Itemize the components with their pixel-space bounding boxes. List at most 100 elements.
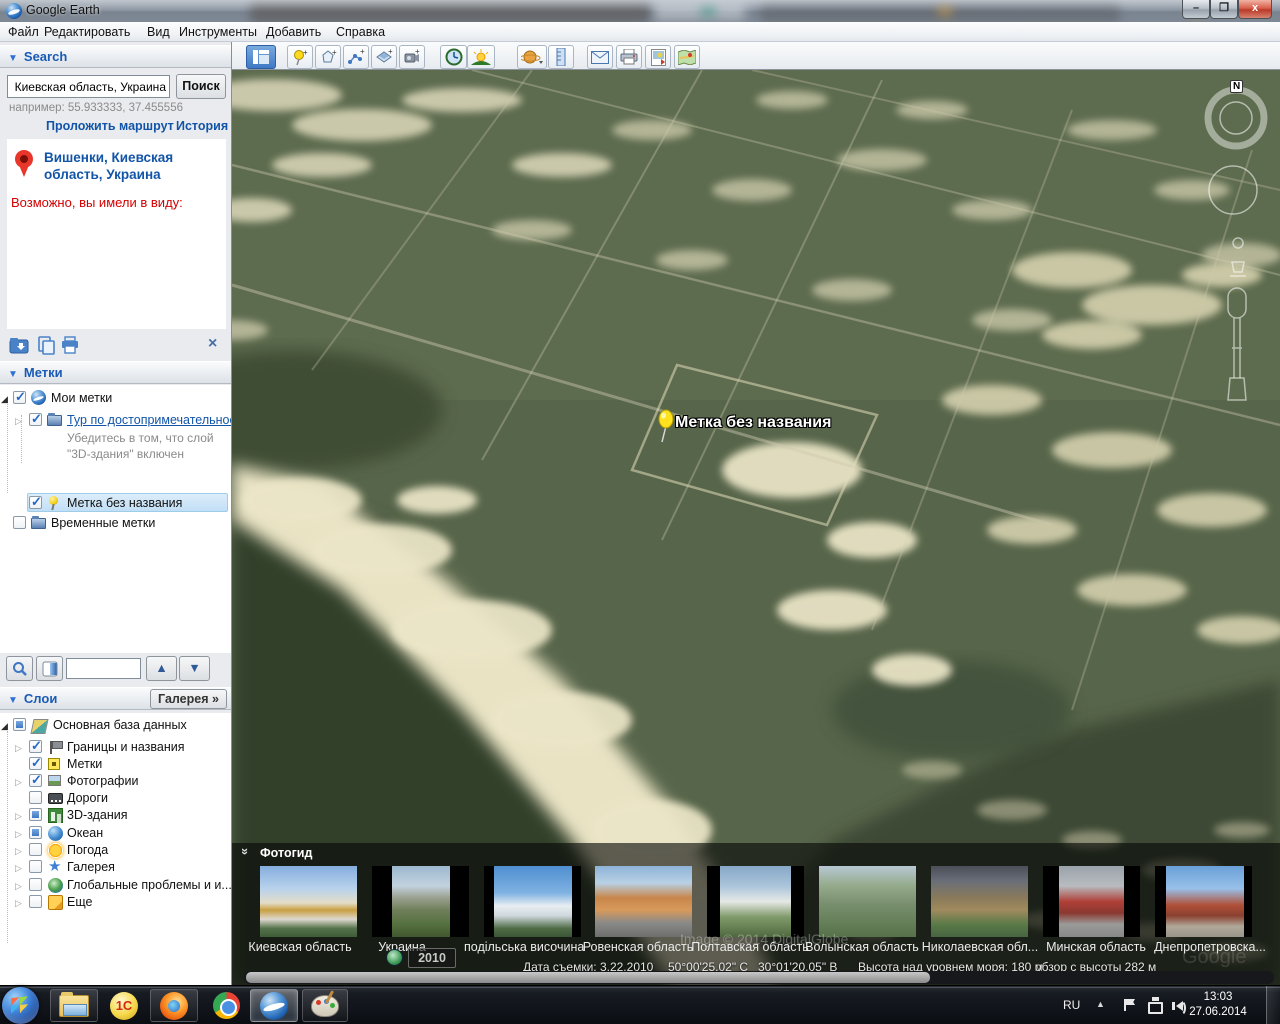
tree-item-tour[interactable]: Тур по достопримечательнос [67, 413, 231, 427]
minimize-button[interactable]: – [1182, 0, 1210, 19]
menu-help[interactable]: Справка [330, 24, 391, 40]
placemark-label[interactable]: Метка без названия [675, 414, 831, 432]
historical-imagery-icon[interactable] [440, 45, 467, 69]
checkbox-roads[interactable] [29, 791, 42, 804]
tray-clock[interactable]: 13:03 27.06.2014 [1178, 990, 1258, 1020]
tree-item-temp-places[interactable]: Временные метки [51, 516, 155, 530]
expander-open-icon[interactable]: ◢ [1, 394, 8, 405]
layer-item-gallery[interactable]: Галерея [67, 860, 115, 874]
layer-item-placemarks[interactable]: Метки [67, 757, 102, 771]
menu-tools[interactable]: Инструменты [173, 24, 263, 40]
tree-item-my-places[interactable]: Мои метки [51, 391, 112, 405]
view-in-maps-icon[interactable] [674, 45, 700, 69]
search-input[interactable] [7, 75, 170, 98]
print-results-icon[interactable] [60, 335, 80, 355]
add-image-overlay-icon[interactable]: + [371, 45, 397, 69]
expander-closed-icon[interactable]: ▷ [15, 881, 22, 892]
taskbar-paint-button[interactable] [302, 989, 348, 1022]
planets-icon[interactable] [517, 45, 547, 69]
collapse-chevron-icon[interactable]: » [238, 848, 253, 855]
checkbox-weather[interactable] [29, 843, 42, 856]
photo-thumbnail[interactable] [707, 866, 804, 937]
record-tour-icon[interactable]: + [399, 45, 425, 69]
expander-closed-icon[interactable]: ▷ [15, 846, 22, 857]
layer-item-database[interactable]: Основная база данных [53, 718, 187, 732]
sunlight-icon[interactable] [467, 45, 495, 69]
layer-item-roads[interactable]: Дороги [67, 791, 108, 805]
add-placemark-icon[interactable]: + [287, 45, 313, 69]
map-pushpin-icon[interactable] [656, 408, 676, 444]
start-button[interactable] [2, 987, 39, 1024]
tree-item-placemark[interactable]: Метка без названия [67, 496, 182, 510]
taskbar-explorer-button[interactable] [50, 989, 98, 1022]
photo-thumbnail[interactable] [372, 866, 469, 937]
save-search-results-icon[interactable] [9, 335, 29, 355]
copy-icon[interactable] [36, 335, 56, 355]
add-polygon-icon[interactable]: + [315, 45, 341, 69]
directions-link[interactable]: Проложить маршрут [46, 119, 174, 133]
checkbox-tour[interactable]: ✓ [29, 413, 42, 426]
expander-closed-icon[interactable]: ▷ [15, 416, 22, 427]
show-desktop-button[interactable] [1266, 986, 1280, 1024]
checkbox-photos[interactable]: ✓ [29, 774, 42, 787]
photo-thumbnail[interactable] [931, 866, 1028, 937]
checkbox-3d-buildings[interactable] [29, 808, 42, 821]
restore-button[interactable]: ❐ [1210, 0, 1238, 19]
move-down-button[interactable]: ▼ [179, 656, 210, 681]
menu-view[interactable]: Вид [141, 24, 176, 40]
ruler-icon[interactable] [548, 45, 574, 69]
expander-closed-icon[interactable]: ▷ [15, 863, 22, 874]
layer-item-borders[interactable]: Границы и названия [67, 740, 184, 754]
expander-closed-icon[interactable]: ▷ [15, 829, 22, 840]
expander-open-icon[interactable]: ◢ [1, 721, 8, 732]
save-image-icon[interactable] [645, 45, 671, 69]
close-button[interactable]: x [1238, 0, 1272, 19]
taskbar-1c-button[interactable]: 1С [102, 989, 146, 1022]
hidden-icons-chevron[interactable]: ▲ [1096, 999, 1105, 1009]
checkbox-layer-db[interactable] [13, 718, 26, 731]
search-panel-header[interactable]: ▼Search [0, 45, 231, 68]
taskbar-firefox-button[interactable] [150, 989, 198, 1022]
search-places-button[interactable] [6, 656, 33, 681]
places-filter-input[interactable] [66, 658, 141, 679]
layer-item-weather[interactable]: Погода [67, 843, 108, 857]
gallery-button[interactable]: Галерея » [150, 689, 227, 709]
layer-item-3d-buildings[interactable]: 3D-здания [67, 808, 128, 822]
photo-strip-scrollbar[interactable] [244, 971, 1274, 984]
expander-closed-icon[interactable]: ▷ [15, 743, 22, 754]
layer-item-ocean[interactable]: Океан [67, 826, 103, 840]
photo-thumbnail[interactable] [260, 866, 357, 937]
checkbox-temp-places[interactable] [13, 516, 26, 529]
places-panel-header[interactable]: ▼Метки [0, 361, 231, 384]
layer-item-more[interactable]: Еще [67, 895, 92, 909]
add-path-icon[interactable]: + [343, 45, 369, 69]
layer-item-photos[interactable]: Фотографии [67, 774, 138, 788]
sidebar-toggle-icon[interactable] [246, 45, 276, 69]
print-icon[interactable] [616, 45, 642, 69]
imagery-clock-icon[interactable] [386, 949, 403, 966]
close-panel-icon[interactable]: × [208, 335, 217, 353]
taskbar-google-earth-button[interactable] [250, 989, 298, 1022]
checkbox-global-awareness[interactable] [29, 878, 42, 891]
photo-thumbnail[interactable] [1155, 866, 1252, 937]
photo-thumbnail[interactable] [1043, 866, 1140, 937]
network-icon[interactable] [1148, 1002, 1163, 1014]
checkbox-ocean[interactable] [29, 826, 42, 839]
expander-closed-icon[interactable]: ▷ [15, 811, 22, 822]
move-up-button[interactable]: ▲ [146, 656, 177, 681]
checkbox-gallery[interactable] [29, 860, 42, 873]
checkbox-placemark[interactable]: ✓ [29, 496, 42, 509]
photo-thumbnail[interactable] [484, 866, 581, 937]
checkbox-borders[interactable]: ✓ [29, 740, 42, 753]
language-indicator[interactable]: RU [1063, 998, 1080, 1012]
expander-closed-icon[interactable]: ▷ [15, 777, 22, 788]
checkbox-my-places[interactable]: ✓ [13, 391, 26, 404]
compass-north-icon[interactable]: N [1230, 80, 1243, 93]
imagery-date-badge[interactable]: 2010 [408, 948, 456, 968]
layer-item-global-awareness[interactable]: Глобальные проблемы и и... [67, 878, 232, 892]
menu-edit[interactable]: Редактировать [38, 24, 136, 40]
search-result-item[interactable]: Вишенки, Киевская область, Украина [44, 149, 204, 183]
taskbar-chrome-button[interactable] [204, 989, 248, 1022]
checkbox-placemarks-layer[interactable]: ✓ [29, 757, 42, 770]
search-button[interactable]: Поиск [176, 74, 226, 99]
